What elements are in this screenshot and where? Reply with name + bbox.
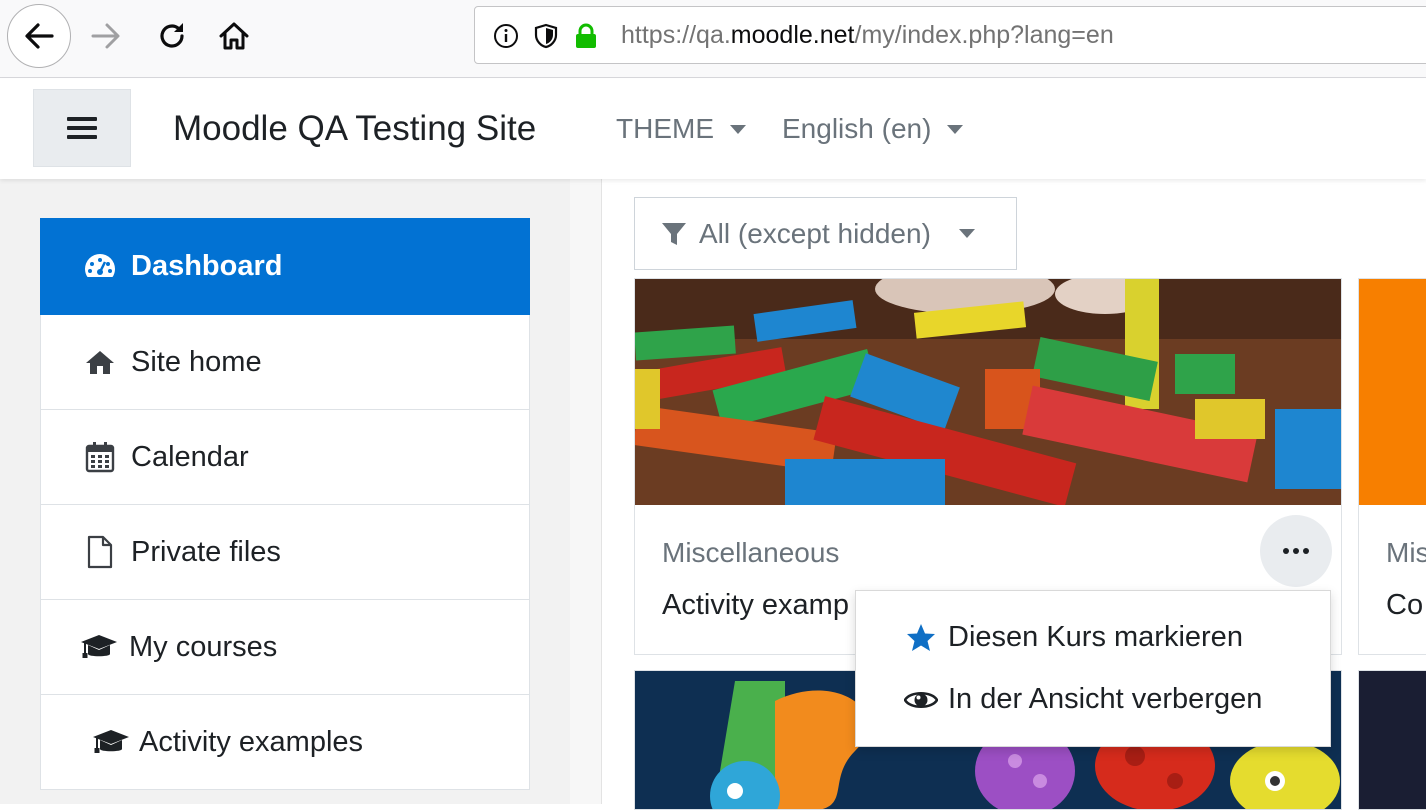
nav-drawer-list: Dashboard Site home Calendar Private fil… (40, 218, 530, 790)
course-actions-menu: Diesen Kurs markieren In der Ansicht ver… (855, 590, 1331, 747)
reload-icon (160, 23, 184, 48)
star-course-menu-item[interactable]: Diesen Kurs markieren (904, 621, 1243, 654)
browser-toolbar: https://qa.moodle.net/my/index.php?lang=… (0, 0, 1426, 78)
url-path: /my/index.php?lang=en (854, 21, 1114, 49)
nav-item-my-courses[interactable]: My courses (40, 600, 530, 695)
star-icon (904, 623, 938, 653)
course-image[interactable] (1359, 671, 1426, 809)
nav-item-dashboard[interactable]: Dashboard (40, 218, 530, 315)
nav-item-label: Dashboard (131, 249, 283, 282)
reload-button[interactable] (140, 4, 204, 68)
url-prefix: https://qa. (621, 21, 731, 49)
eye-icon (904, 688, 938, 712)
filter-label: All (except hidden) (699, 217, 931, 249)
tracking-shield-icon[interactable] (533, 23, 559, 49)
nav-item-label: Site home (131, 345, 262, 378)
nav-item-label: Private files (131, 535, 281, 568)
arrow-right-icon (91, 23, 120, 49)
ellipsis-icon-dot (1303, 548, 1309, 554)
graduation-cap-icon (79, 630, 119, 664)
course-image[interactable] (635, 279, 1341, 507)
lock-icon[interactable] (573, 23, 599, 49)
url-bar[interactable]: https://qa.moodle.net/my/index.php?lang=… (474, 6, 1426, 64)
ellipsis-icon-dot (1283, 548, 1289, 554)
language-menu[interactable]: English (en) (782, 113, 964, 145)
nav-item-label: Calendar (131, 440, 249, 473)
nav-item-activity-examples[interactable]: Activity examples (40, 695, 530, 790)
nav-item-label: Activity examples (139, 725, 364, 758)
graduation-cap-icon (91, 725, 131, 759)
language-menu-label: English (en) (782, 113, 932, 144)
menu-item-label: In der Ansicht verbergen (948, 683, 1263, 715)
arrow-left-icon (25, 23, 54, 49)
course-actions-button[interactable] (1260, 515, 1332, 587)
filter-icon (662, 222, 686, 245)
theme-menu[interactable]: THEME (616, 113, 746, 145)
hamburger-icon-bar (67, 117, 97, 121)
caret-down-icon (958, 229, 975, 238)
theme-menu-label: THEME (616, 113, 714, 144)
course-image[interactable] (1359, 279, 1426, 505)
hide-course-menu-item[interactable]: In der Ansicht verbergen (904, 683, 1262, 716)
file-icon (83, 535, 117, 569)
nav-item-calendar[interactable]: Calendar (40, 410, 530, 505)
drawer-divider (570, 179, 602, 804)
url-text[interactable]: https://qa.moodle.net/my/index.php?lang=… (621, 21, 1114, 50)
ellipsis-icon-dot (1293, 548, 1299, 554)
url-host: moodle.net (730, 21, 855, 49)
hamburger-icon-bar (67, 126, 97, 130)
forward-button[interactable] (74, 4, 138, 68)
home-icon (83, 345, 117, 379)
info-icon[interactable] (493, 23, 519, 49)
calendar-icon (83, 440, 117, 474)
course-name-link[interactable]: Co (1386, 589, 1423, 622)
home-icon (219, 22, 249, 50)
course-card[interactable]: Mis Co (1358, 278, 1426, 655)
caret-down-icon (947, 124, 964, 134)
course-name-link[interactable]: Activity examp (662, 589, 849, 622)
nav-item-site-home[interactable]: Site home (40, 315, 530, 410)
nav-item-label: My courses (129, 630, 278, 663)
site-name[interactable]: Moodle QA Testing Site (173, 109, 536, 149)
drawer-toggle-button[interactable] (33, 89, 131, 167)
browser-home-button[interactable] (202, 4, 266, 68)
course-category: Miscellaneous (662, 537, 840, 568)
course-filter-dropdown[interactable]: All (except hidden) (634, 197, 1017, 270)
course-card[interactable] (1358, 670, 1426, 810)
nav-item-private-files[interactable]: Private files (40, 505, 530, 600)
back-button[interactable] (7, 4, 71, 68)
course-category: Mis (1386, 537, 1426, 568)
caret-down-icon (730, 124, 746, 134)
site-navbar: Moodle QA Testing Site THEME English (en… (0, 79, 1426, 179)
hamburger-icon-bar (67, 135, 97, 139)
menu-item-label: Diesen Kurs markieren (948, 621, 1243, 653)
dashboard-icon (83, 249, 117, 283)
